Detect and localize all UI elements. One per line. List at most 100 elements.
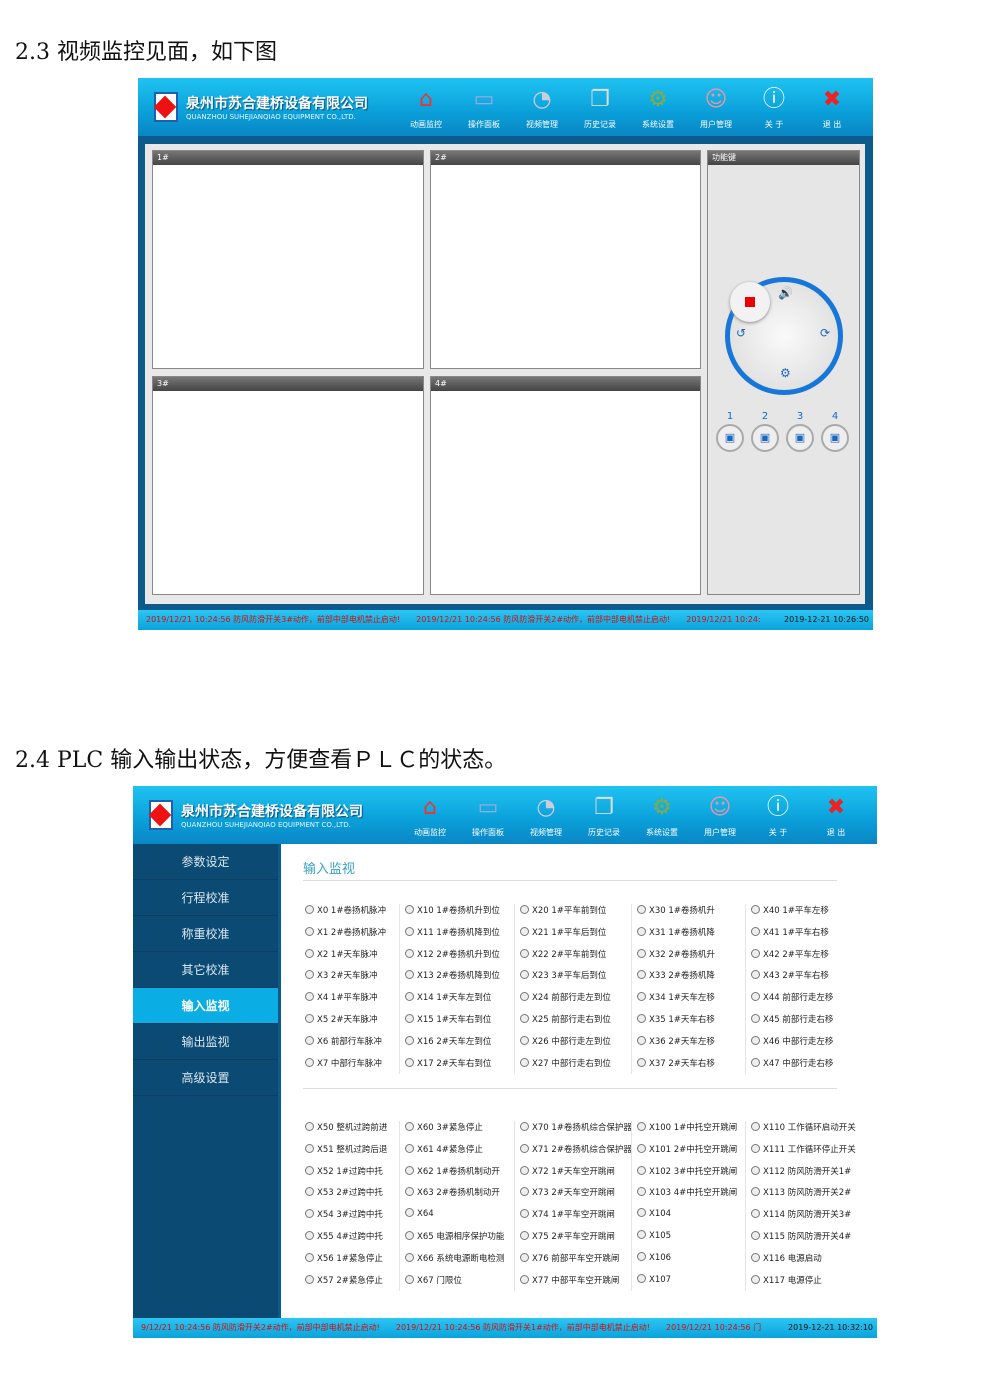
io-indicator: X45 前部行走右移 — [751, 1013, 833, 1025]
refresh-icon[interactable]: ⟳ — [820, 326, 830, 340]
io-indicator: X106 — [637, 1252, 671, 1263]
settings-icon[interactable]: ⚙ — [780, 366, 791, 380]
io-indicator: X67 门限位 — [405, 1274, 462, 1286]
nav-label: 历史记录 — [584, 119, 616, 129]
io-indicator: X11 1#卷扬机降到位 — [405, 926, 500, 938]
monitor-icon: ▭ — [473, 86, 495, 112]
io-indicator: X34 1#天车左移 — [637, 991, 715, 1003]
io-indicator: X104 — [637, 1208, 671, 1219]
alarm-message: 2019/12/21 10:24:56 防风防滑开关3#动作，前部中部电机禁止启… — [146, 615, 401, 624]
camera-select-button[interactable]: 2 ▣ — [751, 411, 779, 452]
nav-button[interactable]: ⓘ 关 于 — [745, 85, 803, 130]
nav-label: 操作面板 — [472, 827, 504, 837]
io-indicator: X66 系统电源断电检测 — [405, 1252, 504, 1264]
company-logo — [154, 92, 178, 122]
rotate-left-icon[interactable]: ↺ — [736, 326, 746, 340]
nav-button[interactable]: ◔ 视频管理 — [513, 85, 571, 130]
io-indicator: X102 3#中托空开跳闸 — [637, 1165, 737, 1177]
nav-button[interactable]: ⓘ 关 于 — [749, 793, 807, 838]
io-indicator: X6 前部行车脉冲 — [305, 1035, 382, 1047]
camera-select-button[interactable]: 4 ▣ — [821, 411, 849, 452]
io-indicator: X42 2#平车左移 — [751, 948, 829, 960]
nav-button[interactable]: ❐ 历史记录 — [575, 793, 633, 838]
camera-select-button[interactable]: 3 ▣ — [786, 411, 814, 452]
nav-button[interactable]: ⚙ 系统设置 — [629, 85, 687, 130]
io-indicator: X52 1#过跨中托 — [305, 1165, 383, 1177]
camera-select-button[interactable]: 1 ▣ — [716, 411, 744, 452]
io-indicator: X107 — [637, 1274, 671, 1285]
io-indicator: X103 4#中托空开跳闸 — [637, 1186, 737, 1198]
io-indicator: X23 3#平车后到位 — [520, 969, 606, 981]
nav-button[interactable]: ⌂ 动画监控 — [401, 793, 459, 838]
home-icon: ⌂ — [419, 86, 433, 112]
nav-button[interactable]: ☺ 用户管理 — [691, 793, 749, 838]
windows-icon: ❐ — [590, 86, 610, 112]
io-indicator: X31 1#卷扬机降 — [637, 926, 715, 938]
alarm-message: 2019/12/21 10:24:56 防风防滑开关2#动作，前部中部电机禁止启… — [416, 615, 671, 624]
nav-label: 关 于 — [768, 827, 788, 837]
io-indicator: X63 2#卷扬机制动开 — [405, 1186, 500, 1198]
camera-number: 2 — [761, 411, 769, 422]
sidebar-item[interactable]: 参数设定 — [133, 844, 278, 880]
gear-icon: ⚙ — [648, 86, 668, 112]
page-title: 输入监视 — [303, 862, 356, 877]
video-pane[interactable]: 1# — [152, 150, 424, 369]
io-indicator: X113 防风防滑开关2# — [751, 1186, 851, 1198]
sidebar-item[interactable]: 称重校准 — [133, 916, 278, 952]
stop-button[interactable] — [730, 282, 770, 322]
io-indicator: X3 2#天车脉冲 — [305, 969, 377, 981]
function-panel: 功能键 🔊 ↺ ⟳ ⚙ 1 ▣ 2 ▣ 3 ▣ 4 ▣ — [707, 150, 860, 595]
io-indicator: X0 1#卷扬机脉冲 — [305, 904, 386, 916]
company-name-cn: 泉州市苏合建桥设备有限公司 — [181, 804, 363, 820]
column-divider — [631, 904, 632, 1074]
camera-icon: ◔ — [532, 86, 552, 112]
io-indicator: X112 防风防滑开关1# — [751, 1165, 851, 1177]
nav-label: 关 于 — [764, 119, 784, 129]
io-indicator: X13 2#卷扬机降到位 — [405, 969, 500, 981]
nav-button[interactable]: ⌂ 动画监控 — [397, 85, 455, 130]
io-indicator: X60 3#紧急停止 — [405, 1121, 483, 1133]
nav-button[interactable]: ✖ 退 出 — [807, 793, 865, 838]
video-pane[interactable]: 3# — [152, 376, 424, 595]
io-indicator: X43 2#平车右移 — [751, 969, 829, 981]
sidebar-item[interactable]: 行程校准 — [133, 880, 278, 916]
divider — [303, 1088, 837, 1089]
video-pane[interactable]: 4# — [430, 376, 701, 595]
io-indicator: X50 整机过跨前进 — [305, 1121, 387, 1133]
io-indicator: X65 电源相序保护功能 — [405, 1230, 504, 1242]
io-indicator: X21 1#平车后到位 — [520, 926, 606, 938]
sidebar-item[interactable]: 输入监视 — [133, 988, 278, 1024]
io-indicator: X20 1#平车前到位 — [520, 904, 606, 916]
io-indicator: X72 1#天车空开跳闸 — [520, 1165, 615, 1177]
sidebar-item[interactable]: 其它校准 — [133, 952, 278, 988]
io-indicator: X36 2#天车左移 — [637, 1035, 715, 1047]
io-indicator: X54 3#过跨中托 — [305, 1208, 383, 1220]
monitor-icon: ▭ — [477, 794, 499, 820]
screen-icon: ▣ — [751, 424, 779, 452]
screen-icon: ▣ — [786, 424, 814, 452]
nav-button[interactable]: ❐ 历史记录 — [571, 85, 629, 130]
io-indicator: X61 4#紧急停止 — [405, 1143, 483, 1155]
io-indicator: X7 中部行车脉冲 — [305, 1057, 382, 1069]
nav-label: 操作面板 — [468, 119, 500, 129]
video-pane[interactable]: 2# — [430, 150, 701, 369]
user-icon: ☺ — [708, 794, 732, 820]
status-bar: 2019/12/21 10:24:56 防风防滑开关3#动作，前部中部电机禁止启… — [138, 610, 873, 630]
nav-button[interactable]: ▭ 操作面板 — [459, 793, 517, 838]
camera-number: 4 — [831, 411, 839, 422]
nav-button[interactable]: ☺ 用户管理 — [687, 85, 745, 130]
nav-button[interactable]: ⚙ 系统设置 — [633, 793, 691, 838]
volume-icon[interactable]: 🔊 — [778, 286, 793, 300]
camera-icon: ◔ — [536, 794, 556, 820]
io-indicator: X75 2#平车空开跳闸 — [520, 1230, 615, 1242]
column-divider — [514, 1121, 515, 1291]
nav-label: 退 出 — [822, 119, 842, 129]
section-heading-video: 2.3 视频监控见面，如下图 — [15, 40, 277, 65]
nav-button[interactable]: ✖ 退 出 — [803, 85, 861, 130]
sidebar-item[interactable]: 输出监视 — [133, 1024, 278, 1060]
alarm-message: 9/12/21 10:24:56 防风防滑开关2#动作，前部中部电机禁止启动! — [141, 1323, 380, 1332]
windows-icon: ❐ — [594, 794, 614, 820]
nav-button[interactable]: ▭ 操作面板 — [455, 85, 513, 130]
nav-button[interactable]: ◔ 视频管理 — [517, 793, 575, 838]
sidebar-item[interactable]: 高级设置 — [133, 1060, 278, 1096]
